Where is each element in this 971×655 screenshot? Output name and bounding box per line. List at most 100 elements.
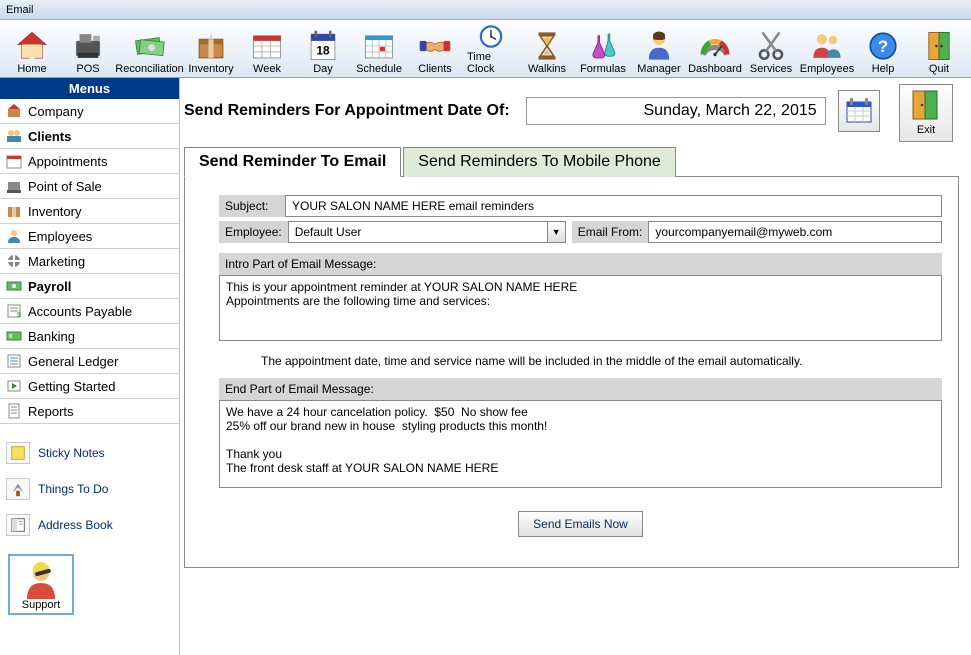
sidebar-item-clients[interactable]: Clients (0, 124, 179, 149)
sidebar-item-getstarted[interactable]: Getting Started (0, 374, 179, 399)
sidebar-item-label: Getting Started (28, 379, 115, 394)
toolbar-inventory[interactable]: ↓ Inventory (187, 22, 235, 75)
sidebar-link-todo[interactable]: Things To Do (0, 474, 179, 504)
toolbar-reconciliation[interactable]: Reconciliation (120, 22, 179, 75)
svg-text:↓: ↓ (209, 33, 212, 40)
toolbar-week[interactable]: Week (243, 22, 291, 75)
toolbar-help[interactable]: ?Help (859, 22, 907, 75)
toolbar-employees[interactable]: Employees (803, 22, 851, 75)
emailfrom-label: Email From: (572, 221, 649, 243)
toolbar-day[interactable]: 18 Day (299, 22, 347, 75)
sidebar-item-employees[interactable]: Employees (0, 224, 179, 249)
toolbar-label: Walkins (528, 63, 566, 75)
svg-text:18: 18 (316, 44, 330, 58)
toolbar-schedule[interactable]: Schedule (355, 22, 403, 75)
sidebar-link-sticky[interactable]: Sticky Notes (0, 438, 179, 468)
sidebar-item-label: Employees (28, 229, 92, 244)
tab-content-email: Subject: Employee: ▼ Email From: Intro P… (184, 177, 959, 568)
toolbar-services[interactable]: Services (747, 22, 795, 75)
toolbar-label: Quit (929, 63, 949, 75)
sidebar-item-marketing[interactable]: Marketing (0, 249, 179, 274)
toolbar-home[interactable]: Home (8, 22, 56, 75)
sticky-icon (6, 442, 30, 464)
appointment-date-field[interactable]: Sunday, March 22, 2015 (526, 97, 826, 125)
sidebar-link-address[interactable]: Address Book (0, 510, 179, 540)
svg-text:$: $ (17, 312, 21, 319)
sidebar-item-label: General Ledger (28, 354, 118, 369)
sidebar-item-label: Marketing (28, 254, 85, 269)
toolbar-label: Dashboard (688, 63, 742, 75)
sidebar-item-label: Company (28, 104, 84, 119)
employee-dropdown-button[interactable]: ▼ (548, 221, 566, 243)
toolbar-quit[interactable]: Quit (915, 22, 963, 75)
toolbar-label: Schedule (356, 63, 402, 75)
sidebar-item-label: Accounts Payable (28, 304, 132, 319)
sidebar-link-label: Things To Do (38, 482, 108, 496)
end-message-textarea[interactable] (219, 400, 942, 488)
toolbar-label: Week (253, 63, 281, 75)
page-title: Send Reminders For Appointment Date Of: (184, 102, 510, 120)
sidebar-item-label: Payroll (28, 279, 71, 294)
end-section-label: End Part of Email Message: (219, 378, 942, 400)
toolbar-label: Formulas (580, 63, 626, 75)
window-title: Email (6, 4, 34, 16)
main-panel: Exit Send Reminders For Appointment Date… (180, 78, 971, 655)
toolbar-walkins[interactable]: Walkins (523, 22, 571, 75)
toolbar-label: Inventory (188, 63, 233, 75)
intro-section-label: Intro Part of Email Message: (219, 253, 942, 275)
toolbar-label: Time Clock (467, 51, 515, 75)
tab-bar: Send Reminder To Email Send Reminders To… (184, 146, 959, 177)
employee-select[interactable] (288, 221, 548, 243)
toolbar-clients[interactable]: Clients (411, 22, 459, 75)
toolbar-label: POS (76, 63, 99, 75)
toolbar-label: Employees (800, 63, 854, 75)
toolbar-pos[interactable]: POS (64, 22, 112, 75)
toolbar-label: Manager (637, 63, 680, 75)
toolbar-manager[interactable]: Manager (635, 22, 683, 75)
sidebar-item-label: Banking (28, 329, 75, 344)
sidebar-link-label: Sticky Notes (38, 446, 105, 460)
sidebar-item-pointofsale[interactable]: Point of Sale (0, 174, 179, 199)
exit-button[interactable]: Exit (899, 84, 953, 142)
sidebar-item-payroll[interactable]: Payroll (0, 274, 179, 299)
sidebar-item-label: Point of Sale (28, 179, 102, 194)
toolbar-label: Home (17, 63, 46, 75)
emailfrom-input[interactable] (648, 221, 942, 243)
sidebar-item-inventory[interactable]: Inventory (0, 199, 179, 224)
sidebar-item-label: Reports (28, 404, 74, 419)
sidebar-header: Menus (0, 78, 179, 99)
support-label: Support (10, 599, 72, 611)
toolbar-timeclock[interactable]: Time Clock (467, 22, 515, 75)
intro-message-textarea[interactable] (219, 275, 942, 341)
sidebar-item-label: Inventory (28, 204, 81, 219)
todo-icon (6, 478, 30, 500)
toolbar-label: Services (750, 63, 792, 75)
toolbar-formulas[interactable]: Formulas (579, 22, 627, 75)
auto-note: The appointment date, time and service n… (261, 354, 942, 368)
sidebar-item-company[interactable]: Company (0, 99, 179, 124)
exit-label: Exit (900, 124, 952, 136)
sidebar-item-appointments[interactable]: Appointments (0, 149, 179, 174)
main-toolbar: Home POS Reconciliation ↓ Inventory Week 18 Day… (0, 20, 971, 78)
tab-mobile-phone[interactable]: Send Reminders To Mobile Phone (403, 147, 676, 177)
toolbar-label: Help (872, 63, 895, 75)
sidebar-item-banking[interactable]: Banking (0, 324, 179, 349)
calendar-picker-button[interactable] (838, 90, 880, 132)
toolbar-dashboard[interactable]: Dashboard (691, 22, 739, 75)
address-icon (6, 514, 30, 536)
subject-input[interactable] (285, 195, 942, 217)
support-button[interactable]: Support (8, 554, 74, 615)
toolbar-label: Reconciliation (115, 63, 183, 75)
sidebar: Menus Company Clients Appointments Point of… (0, 78, 180, 655)
sidebar-item-ap[interactable]: $ Accounts Payable (0, 299, 179, 324)
sidebar-item-reports[interactable]: Reports (0, 399, 179, 424)
toolbar-label: Clients (418, 63, 452, 75)
send-emails-button[interactable]: Send Emails Now (518, 511, 643, 537)
sidebar-link-label: Address Book (38, 518, 113, 532)
subject-label: Subject: (219, 195, 285, 217)
employee-label: Employee: (219, 221, 288, 243)
sidebar-item-label: Clients (28, 129, 71, 144)
toolbar-label: Day (313, 63, 333, 75)
tab-email[interactable]: Send Reminder To Email (184, 147, 401, 177)
sidebar-item-gl[interactable]: General Ledger (0, 349, 179, 374)
